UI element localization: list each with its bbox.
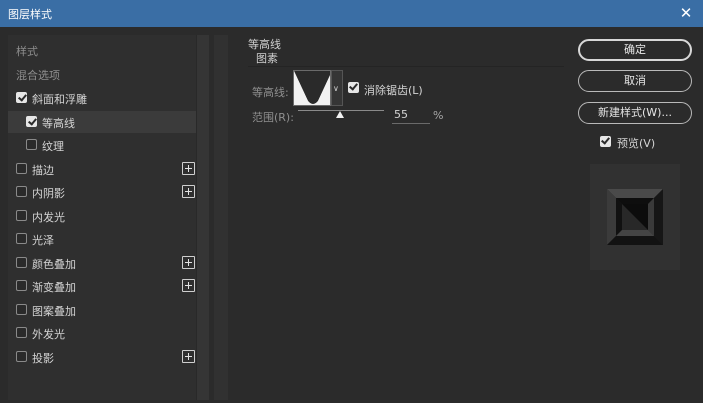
contour-curve-thumbnail[interactable] (293, 70, 331, 106)
sidebar-item-checkbox[interactable] (16, 256, 27, 268)
sidebar-item-checkbox[interactable] (16, 233, 27, 244)
contour-curve-icon (294, 71, 330, 105)
bevel-preview-graphic (607, 189, 663, 245)
sidebar-item[interactable]: 内发光 (8, 205, 196, 227)
sidebar-item-checkbox[interactable] (16, 350, 27, 362)
style-list-panel: 样式 混合选项 斜面和浮雕等高线纹理描边内阴影内发光光泽颜色叠加渐变叠加图案叠加… (8, 35, 209, 400)
styles-header-label: 样式 (16, 45, 38, 58)
range-percent-unit: % (433, 109, 444, 122)
range-slider-thumb[interactable] (336, 111, 345, 118)
range-value-input[interactable]: 55 (392, 108, 430, 124)
panel-divider (214, 35, 228, 400)
sidebar-item-label: 渐变叠加 (32, 281, 76, 294)
sidebar-item-label: 斜面和浮雕 (32, 93, 87, 106)
sidebar-item-checkbox[interactable] (16, 303, 27, 315)
sidebar-item[interactable]: 纹理 (8, 134, 196, 156)
add-effect-icon[interactable] (182, 161, 195, 175)
styles-header[interactable]: 样式 (8, 39, 196, 61)
sidebar-item[interactable]: 等高线 (8, 110, 196, 133)
style-preview-swatch (590, 164, 680, 270)
contour-settings-panel: 等高线 图素 等高线: ∨ 消除锯齿(L) 范围(R): 55 % (214, 35, 569, 400)
sidebar-item-label: 描边 (32, 163, 54, 177)
sidebar-item-label: 颜色叠加 (32, 257, 76, 271)
elements-subtitle: 图素 (256, 52, 278, 65)
sidebar-item-checkbox[interactable] (16, 92, 27, 103)
add-effect-icon[interactable] (182, 279, 195, 292)
sidebar-item-label: 光泽 (32, 234, 54, 247)
chevron-down-icon: ∨ (333, 84, 339, 93)
close-icon[interactable]: ✕ (675, 2, 697, 24)
antialias-label[interactable]: 消除锯齿(L) (364, 82, 423, 98)
sidebar-item-label: 图案叠加 (32, 304, 76, 318)
preview-label[interactable]: 预览(V) (617, 135, 655, 151)
sidebar-item-label: 投影 (32, 351, 54, 365)
sidebar-item-checkbox[interactable] (16, 209, 27, 221)
sidebar-item-label: 纹理 (42, 140, 64, 153)
blending-options-label: 混合选项 (16, 69, 60, 82)
sidebar-item-label: 外发光 (32, 328, 65, 341)
new-style-button[interactable]: 新建样式(W)... (578, 102, 692, 124)
add-effect-icon[interactable] (182, 255, 195, 269)
sidebar-item-checkbox[interactable] (26, 139, 37, 150)
sidebar-item[interactable]: 内阴影 (8, 181, 196, 203)
sidebar-item-label: 内阴影 (32, 187, 65, 200)
ok-button[interactable]: 确定 (578, 39, 692, 61)
add-effect-icon[interactable] (182, 185, 195, 198)
sidebar-item[interactable]: 光泽 (8, 228, 196, 250)
add-effect-icon[interactable] (182, 349, 195, 363)
sidebar-item[interactable]: 投影 (8, 346, 196, 368)
sidebar-item[interactable]: 斜面和浮雕 (8, 87, 196, 109)
sidebar-item[interactable]: 外发光 (8, 322, 196, 344)
sidebar-item[interactable]: 描边 (8, 158, 196, 180)
sidebar-item-checkbox[interactable] (16, 327, 27, 338)
title-bar: 图层样式 ✕ (0, 0, 703, 27)
sidebar-item-label: 内发光 (32, 210, 65, 224)
contour-dropdown-button[interactable]: ∨ (331, 70, 343, 106)
window-title: 图层样式 (8, 8, 52, 21)
blending-options-item[interactable]: 混合选项 (8, 63, 196, 85)
antialias-checkbox[interactable] (348, 82, 359, 93)
sidebar-item[interactable]: 图案叠加 (8, 299, 196, 321)
range-label: 范围(R): (252, 111, 294, 124)
preview-checkbox[interactable] (600, 136, 611, 147)
sidebar-item-checkbox[interactable] (16, 162, 27, 174)
sidebar-item-label: 等高线 (42, 116, 75, 130)
sidebar-item[interactable]: 颜色叠加 (8, 252, 196, 274)
cancel-button[interactable]: 取消 (578, 70, 692, 92)
sidebar-item-checkbox[interactable] (26, 115, 37, 127)
sidebar-item-checkbox[interactable] (16, 280, 27, 291)
sidebar-item[interactable]: 渐变叠加 (8, 275, 196, 297)
style-list-scrollbar[interactable] (196, 35, 209, 400)
subtitle-divider (248, 66, 564, 67)
contour-label: 等高线: (252, 86, 289, 99)
sidebar-item-checkbox[interactable] (16, 186, 27, 197)
